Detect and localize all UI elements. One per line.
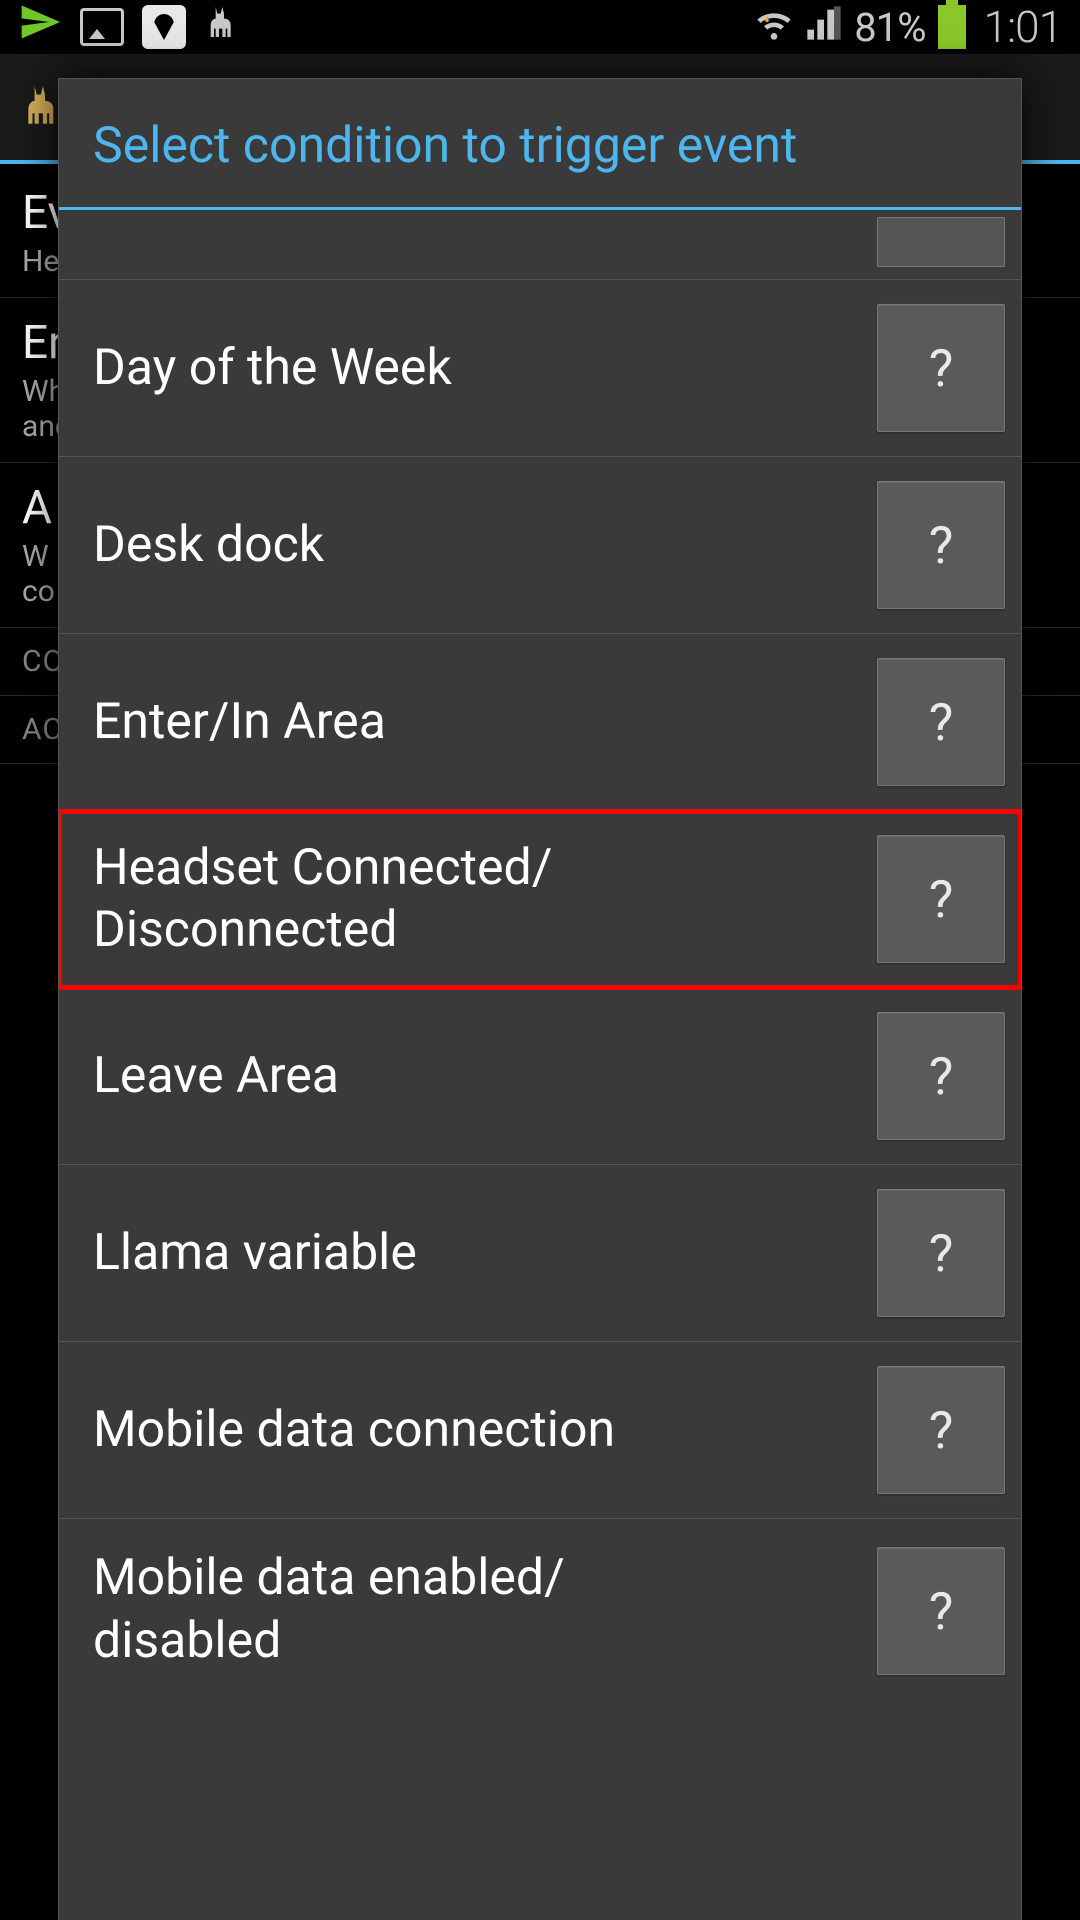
wifi-icon	[754, 3, 794, 52]
condition-mobile-data-connection[interactable]: Mobile data connection ?	[59, 1342, 1021, 1519]
dialog-title: Select condition to trigger event	[59, 79, 1021, 210]
condition-label: Leave Area	[93, 1045, 877, 1108]
dialog-list[interactable]: Day of the Week ? Desk dock ? Enter/In A…	[59, 210, 1021, 1920]
condition-leave-area[interactable]: Leave Area ?	[59, 988, 1021, 1165]
help-button[interactable]: ?	[877, 1366, 1005, 1494]
help-button-partial[interactable]	[877, 217, 1005, 267]
llama-icon	[204, 2, 244, 52]
condition-label: Llama variable	[93, 1222, 877, 1285]
status-right: 81% 1:01	[754, 1, 1062, 53]
help-button[interactable]: ?	[877, 481, 1005, 609]
condition-label: Desk dock	[93, 514, 877, 577]
status-left	[18, 0, 244, 54]
send-icon	[18, 0, 62, 54]
picture-icon	[80, 8, 124, 46]
condition-mobile-data-enabled[interactable]: Mobile data enabled/ disabled ?	[59, 1519, 1021, 1699]
drop-icon	[142, 5, 186, 49]
help-button[interactable]: ?	[877, 1189, 1005, 1317]
help-button[interactable]: ?	[877, 658, 1005, 786]
condition-day-of-week[interactable]: Day of the Week ?	[59, 280, 1021, 457]
help-button[interactable]: ?	[877, 304, 1005, 432]
condition-llama-variable[interactable]: Llama variable ?	[59, 1165, 1021, 1342]
condition-headset-connected[interactable]: Headset Connected/ Disconnected ?	[59, 811, 1021, 988]
help-button[interactable]: ?	[877, 835, 1005, 963]
condition-enter-in-area[interactable]: Enter/In Area ?	[59, 634, 1021, 811]
battery-icon	[938, 5, 966, 49]
help-button[interactable]: ?	[877, 1012, 1005, 1140]
clock: 1:01	[984, 1, 1062, 53]
condition-label: Headset Connected/ Disconnected	[93, 837, 877, 962]
condition-desk-dock[interactable]: Desk dock ?	[59, 457, 1021, 634]
cell-signal-icon	[804, 3, 844, 52]
condition-label: Mobile data connection	[93, 1399, 877, 1462]
status-bar: 81% 1:01	[0, 0, 1080, 54]
condition-label: Mobile data enabled/ disabled	[93, 1547, 877, 1672]
battery-percent: 81%	[854, 4, 925, 51]
condition-dialog: Select condition to trigger event Day of…	[58, 78, 1022, 1920]
list-item-partial[interactable]	[59, 210, 1021, 280]
help-button[interactable]: ?	[877, 1547, 1005, 1675]
condition-label: Enter/In Area	[93, 691, 877, 754]
condition-label: Day of the Week	[93, 337, 877, 400]
